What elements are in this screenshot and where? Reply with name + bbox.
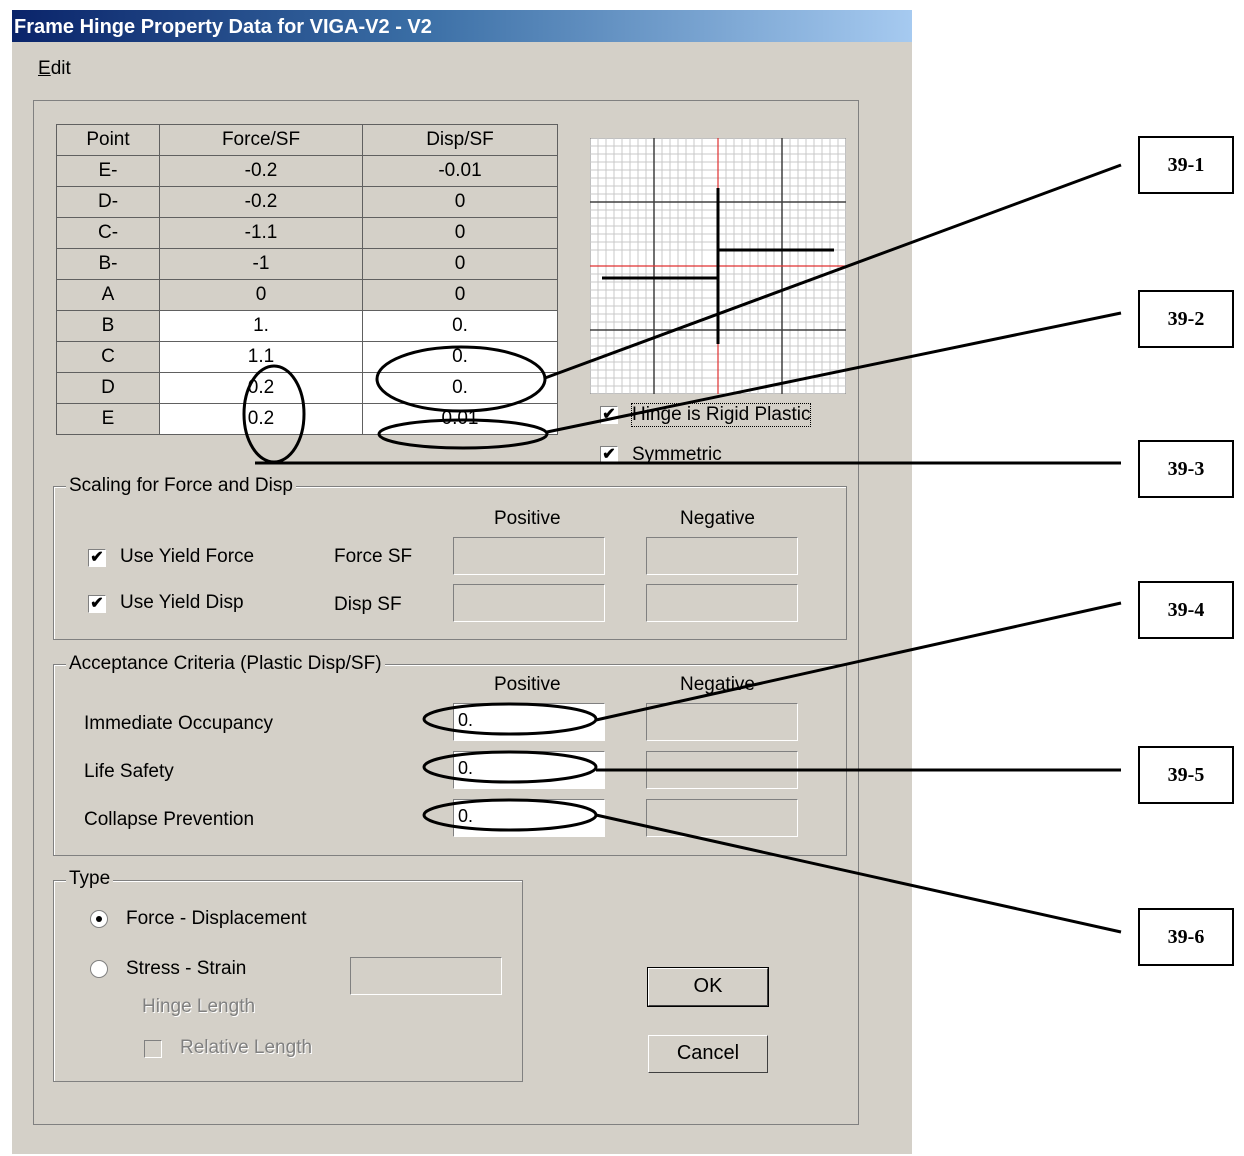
disp-cell-editable[interactable]: 0.: [362, 372, 558, 404]
rigid-plastic-label: Hinge is Rigid Plastic: [630, 403, 812, 427]
callout-39-5: 39-5: [1138, 746, 1234, 804]
point-cell: D-: [56, 186, 160, 218]
immediate-occupancy-label: Immediate Occupancy: [84, 713, 274, 734]
point-cell: C: [56, 341, 160, 373]
force-sf-label: Force SF: [334, 546, 413, 567]
callout-39-1: 39-1: [1138, 136, 1234, 194]
relative-length-checkbox[interactable]: [144, 1040, 162, 1058]
use-yield-force-label: Use Yield Force: [120, 546, 255, 567]
table-row: C 1.1 0.: [56, 341, 558, 373]
scaling-positive-header: Positive: [494, 508, 561, 529]
force-cell-editable[interactable]: 1.1: [159, 341, 363, 373]
disp-cell-editable[interactable]: 0.01: [362, 403, 558, 435]
point-cell: A: [56, 279, 160, 311]
point-cell: E-: [56, 155, 160, 187]
force-displacement-radio[interactable]: [90, 910, 108, 928]
disp-sf-label: Disp SF: [334, 594, 402, 615]
stress-strain-label: Stress - Strain: [126, 958, 247, 979]
disp-sf-negative-input[interactable]: [646, 584, 798, 622]
disp-cell-editable[interactable]: 0.: [362, 310, 558, 342]
cancel-button[interactable]: Cancel: [648, 1035, 768, 1073]
scaling-negative-header: Negative: [680, 508, 755, 529]
disp-sf-positive-input[interactable]: [453, 584, 605, 622]
ls-positive-input[interactable]: 0.: [453, 751, 605, 789]
disp-cell: -0.01: [362, 155, 558, 187]
table-row: D- -0.2 0: [56, 186, 558, 218]
force-cell: -0.2: [159, 155, 363, 187]
col-header-force: Force/SF: [159, 124, 363, 156]
point-cell: B: [56, 310, 160, 342]
table-header-row: Point Force/SF Disp/SF: [56, 124, 558, 156]
cp-negative-input[interactable]: [646, 799, 798, 837]
disp-cell: 0: [362, 279, 558, 311]
force-cell-editable[interactable]: 0.2: [159, 403, 363, 435]
rigid-plastic-checkbox[interactable]: ✔: [600, 406, 618, 424]
point-cell: C-: [56, 217, 160, 249]
window-title: Frame Hinge Property Data for VIGA-V2 - …: [14, 16, 432, 38]
acceptance-group-title: Acceptance Criteria (Plastic Disp/SF): [66, 653, 385, 675]
scaling-group-title: Scaling for Force and Disp: [66, 475, 296, 497]
force-cell: 0: [159, 279, 363, 311]
force-sf-negative-input[interactable]: [646, 537, 798, 575]
hinge-points-table: Point Force/SF Disp/SF E- -0.2 -0.01 D- …: [56, 124, 558, 435]
force-cell: -1.1: [159, 217, 363, 249]
table-row: C- -1.1 0: [56, 217, 558, 249]
cp-positive-input[interactable]: 0.: [453, 799, 605, 837]
hinge-length-label: Hinge Length: [142, 996, 256, 1017]
io-negative-input[interactable]: [646, 703, 798, 741]
force-cell: -1: [159, 248, 363, 280]
io-positive-input[interactable]: 0.: [453, 703, 605, 741]
callout-39-2: 39-2: [1138, 290, 1234, 348]
stress-strain-radio[interactable]: [90, 960, 108, 978]
callout-39-4: 39-4: [1138, 581, 1234, 639]
callout-39-3: 39-3: [1138, 440, 1234, 498]
type-group-title: Type: [66, 868, 114, 890]
table-row: D 0.2 0.: [56, 372, 558, 404]
table-row: A 0 0: [56, 279, 558, 311]
symmetric-checkbox[interactable]: ✔: [600, 446, 618, 464]
force-displacement-label: Force - Displacement: [126, 908, 307, 929]
collapse-prevention-label: Collapse Prevention: [84, 809, 255, 830]
symmetric-label: Symmetric: [632, 444, 722, 465]
ls-negative-input[interactable]: [646, 751, 798, 789]
force-sf-positive-input[interactable]: [453, 537, 605, 575]
hinge-curve-graph: [590, 138, 846, 394]
disp-cell: 0: [362, 248, 558, 280]
use-yield-disp-label: Use Yield Disp: [120, 592, 244, 613]
disp-cell: 0: [362, 217, 558, 249]
disp-cell: 0: [362, 186, 558, 218]
hinge-length-input[interactable]: [350, 957, 502, 995]
table-row: B- -1 0: [56, 248, 558, 280]
point-cell: D: [56, 372, 160, 404]
table-row: E- -0.2 -0.01: [56, 155, 558, 187]
acceptance-positive-header: Positive: [494, 674, 561, 695]
col-header-disp: Disp/SF: [362, 124, 558, 156]
point-cell: E: [56, 403, 160, 435]
force-cell: -0.2: [159, 186, 363, 218]
ok-button[interactable]: OK: [647, 967, 769, 1007]
use-yield-force-checkbox[interactable]: ✔: [88, 549, 106, 567]
point-cell: B-: [56, 248, 160, 280]
disp-cell-editable[interactable]: 0.: [362, 341, 558, 373]
relative-length-label: Relative Length: [180, 1037, 313, 1058]
table-row: E 0.2 0.01: [56, 403, 558, 435]
acceptance-negative-header: Negative: [680, 674, 755, 695]
life-safety-label: Life Safety: [84, 761, 174, 782]
use-yield-disp-checkbox[interactable]: ✔: [88, 595, 106, 613]
col-header-point: Point: [56, 124, 160, 156]
menu-edit[interactable]: Edit: [38, 58, 71, 80]
table-row: B 1. 0.: [56, 310, 558, 342]
callout-39-6: 39-6: [1138, 908, 1234, 966]
force-cell-editable[interactable]: 0.2: [159, 372, 363, 404]
force-cell-editable[interactable]: 1.: [159, 310, 363, 342]
